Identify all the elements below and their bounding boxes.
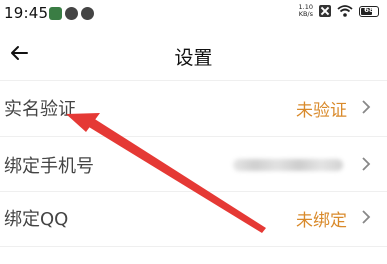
- settings-row-label: 实名验证: [4, 99, 76, 120]
- settings-row-real-name-verification[interactable]: 实名验证 未验证: [0, 80, 387, 136]
- settings-row-bind-phone[interactable]: 绑定手机号: [0, 137, 387, 193]
- wifi-icon: [337, 5, 353, 17]
- qq-binding-status: 未绑定: [296, 211, 347, 231]
- chevron-right-icon: [359, 99, 373, 115]
- battery-level-text: 68: [364, 5, 374, 14]
- page-title: 设置: [174, 47, 213, 69]
- chevron-right-icon: [359, 156, 373, 172]
- status-bar: 19:45 1.10 KB/s 68: [0, 0, 387, 28]
- settings-row-bind-qq[interactable]: 绑定QQ 未绑定: [0, 190, 387, 246]
- redacted-phone-number: [233, 159, 343, 171]
- settings-row-label: 绑定QQ: [4, 209, 69, 230]
- notification-icons: [49, 7, 94, 20]
- no-sim-icon: [319, 5, 331, 17]
- battery-icon: 68: [359, 5, 379, 17]
- status-time: 19:45: [4, 4, 49, 22]
- divider: [0, 246, 387, 247]
- verification-status: 未验证: [296, 101, 347, 121]
- compass-notification-icon: [65, 7, 78, 20]
- app-header: 设置: [0, 28, 387, 80]
- chevron-right-icon: [359, 209, 373, 225]
- app-notification-icon: [49, 7, 62, 20]
- settings-row-label: 绑定手机号: [4, 156, 94, 177]
- network-speed: 1.10 KB/s: [299, 4, 313, 18]
- system-icons: 1.10 KB/s 68: [299, 4, 379, 18]
- network-speed-unit: KB/s: [298, 10, 313, 18]
- creature-notification-icon: [81, 7, 94, 20]
